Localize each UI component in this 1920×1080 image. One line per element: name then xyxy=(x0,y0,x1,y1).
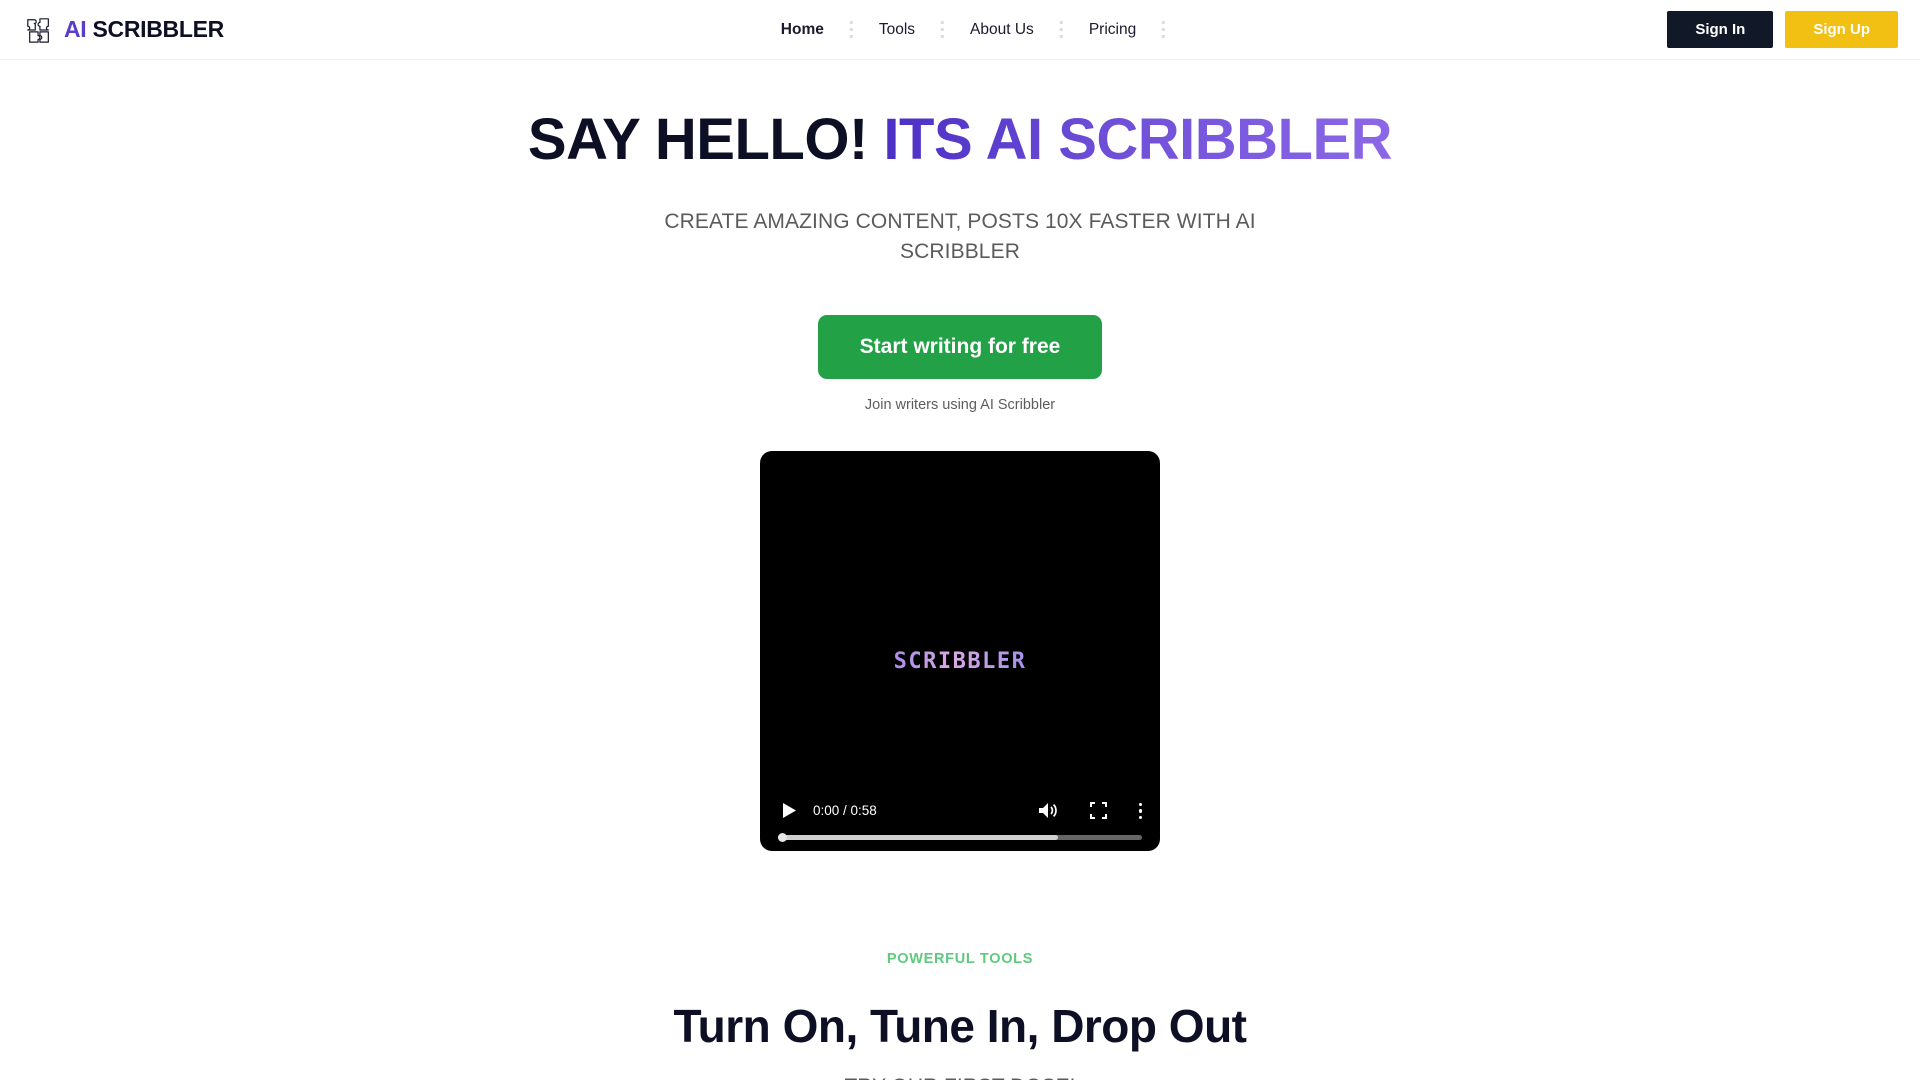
promo-video-player[interactable]: SCRIBBLER 0:00 / 0:58 xyxy=(760,450,1160,851)
brand-name: SCRIBBLER xyxy=(92,16,225,42)
features-subtitle: TRY OUR FIRST DOSE! xyxy=(0,1075,1920,1080)
hero-subtitle: CREATE AMAZING CONTENT, POSTS 10X FASTER… xyxy=(664,209,1256,264)
puzzle-piece-icon xyxy=(27,17,49,43)
brand-prefix: AI xyxy=(64,16,87,42)
nav-item-tools[interactable]: Tools xyxy=(853,21,941,39)
nav-item-about-us[interactable]: About Us xyxy=(944,21,1060,39)
fullscreen-icon[interactable] xyxy=(1089,802,1107,820)
nav-separator-icon xyxy=(1162,21,1166,38)
volume-icon[interactable] xyxy=(1038,802,1058,819)
nav-item-home[interactable]: Home xyxy=(755,21,850,39)
features-section: POWERFUL TOOLS Turn On, Tune In, Drop Ou… xyxy=(0,851,1920,1080)
auth-buttons: Sign In Sign Up xyxy=(1667,11,1898,48)
sign-up-button[interactable]: Sign Up xyxy=(1785,11,1898,48)
video-scrubber-handle[interactable] xyxy=(778,832,787,842)
main-navigation: Home Tools About Us Pricing xyxy=(755,21,1166,39)
features-title: Turn On, Tune In, Drop Out xyxy=(673,999,1247,1052)
video-controls: 0:00 / 0:58 xyxy=(760,789,1160,851)
features-eyebrow: POWERFUL TOOLS xyxy=(886,950,1034,967)
video-time-display: 0:00 / 0:58 xyxy=(813,803,877,819)
video-progress-bar[interactable] xyxy=(778,832,1142,842)
brand-text: AI SCRIBBLER xyxy=(64,18,224,41)
more-options-icon[interactable] xyxy=(1138,802,1142,820)
hero-join-note: Join writers using AI Scribbler xyxy=(864,396,1056,413)
video-buffered-range xyxy=(778,834,1059,840)
brand-logo[interactable]: AI SCRIBBLER xyxy=(24,16,224,44)
sign-in-button[interactable]: Sign In xyxy=(1667,11,1774,48)
video-logo-text: SCRIBBLER xyxy=(760,649,1160,674)
hero-section: SAY HELLO! ITS AI SCRIBBLER CREATE AMAZI… xyxy=(0,60,1920,851)
hero-title-gradient: ITS AI SCRIBBLER xyxy=(883,107,1393,172)
site-header: AI SCRIBBLER Home Tools About Us Pricing… xyxy=(0,0,1920,60)
hero-title-dark: SAY HELLO! xyxy=(527,107,884,172)
page-title: SAY HELLO! ITS AI SCRIBBLER xyxy=(0,107,1920,173)
nav-item-pricing[interactable]: Pricing xyxy=(1063,21,1162,39)
start-writing-button[interactable]: Start writing for free xyxy=(817,314,1103,379)
play-icon[interactable] xyxy=(778,803,800,819)
